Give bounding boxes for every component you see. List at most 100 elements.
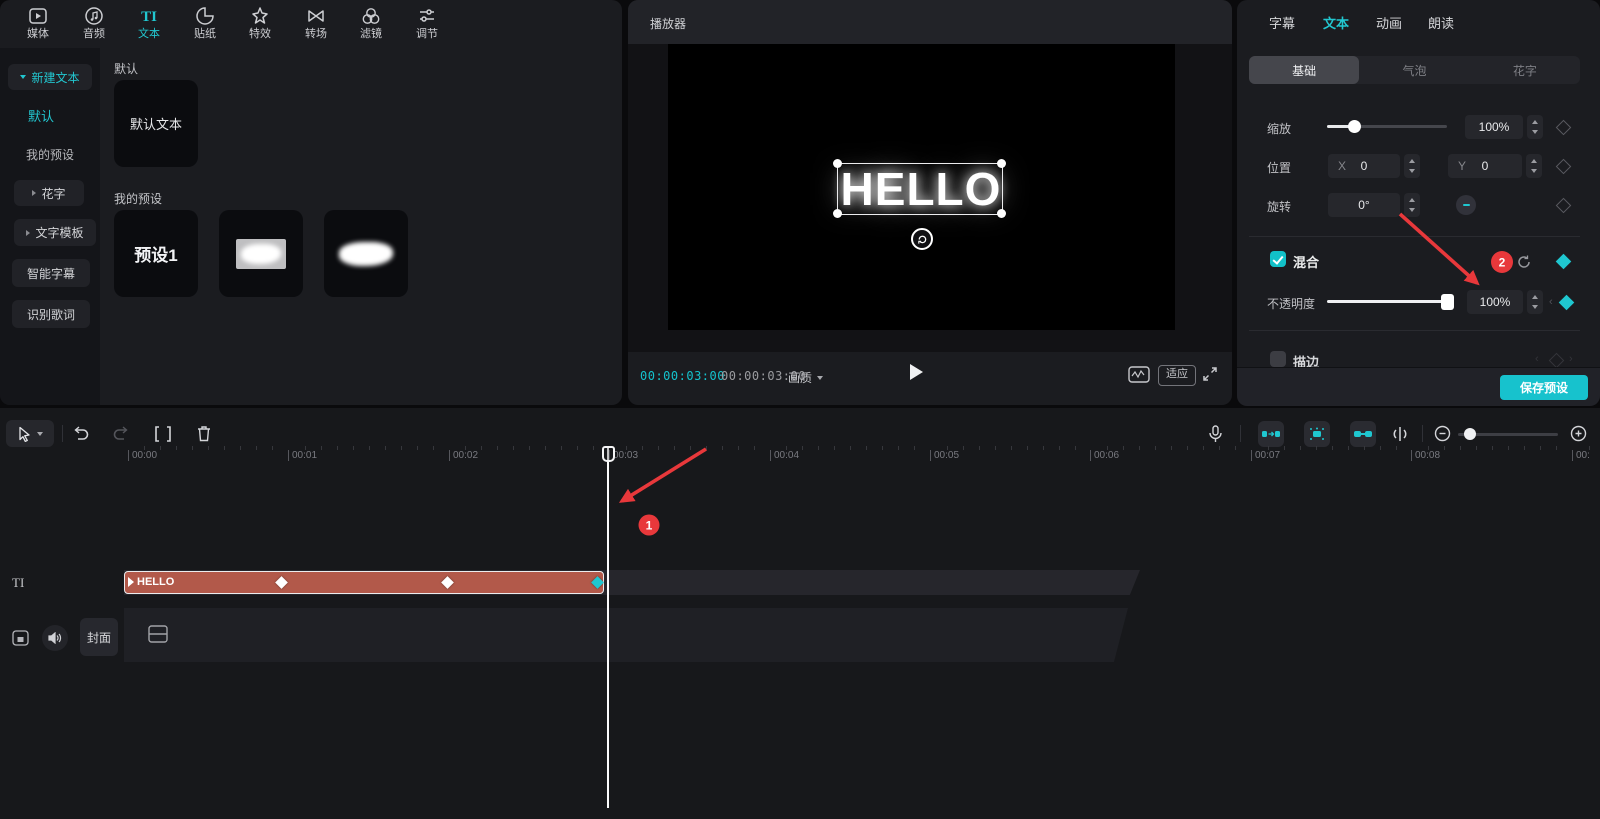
tab-text[interactable]: 文本 <box>1323 13 1349 32</box>
preset-card-3[interactable] <box>324 210 408 297</box>
opacity-slider-track[interactable] <box>1327 300 1448 303</box>
sidebar-item-default[interactable]: 默认 <box>28 106 54 125</box>
chevron-down-icon <box>37 432 43 436</box>
position-keyframe-icon[interactable] <box>1556 159 1572 175</box>
preset-card-1[interactable]: 预设1 <box>114 210 198 297</box>
play-button[interactable] <box>910 364 923 380</box>
sidebar-item-lyrics-recognition[interactable]: 识别歌词 <box>12 300 90 328</box>
reset-icon[interactable] <box>1516 254 1532 270</box>
auto-snap-icon <box>1308 427 1326 441</box>
clip-in-marker <box>128 577 134 587</box>
ruler-label: 00:01 <box>288 450 317 461</box>
quality-dropdown[interactable]: 画质 <box>788 369 823 386</box>
fullscreen-icon[interactable] <box>1202 366 1218 382</box>
subtab-basic[interactable]: 基础 <box>1249 56 1359 84</box>
toolbar-item-label: 文本 <box>138 29 160 40</box>
toolbar-item-filter[interactable]: 滤镜 <box>349 6 393 46</box>
default-text-card[interactable]: 默认文本 <box>114 80 198 167</box>
filter-icon <box>361 6 381 26</box>
blend-checkbox[interactable] <box>1270 251 1286 267</box>
toolbar-item-text[interactable]: TI 文本 <box>127 6 171 46</box>
selection-handle-ne[interactable] <box>997 159 1006 168</box>
sidebar-item-label: 文字模板 <box>35 224 83 241</box>
playhead-line[interactable] <box>607 446 609 808</box>
rotate-handle[interactable] <box>911 228 933 250</box>
chevron-right-icon <box>26 230 30 236</box>
rotation-keyframe-icon[interactable] <box>1556 198 1572 214</box>
select-tool-button[interactable] <box>6 420 54 447</box>
main-track-magnet-toggle[interactable] <box>1258 421 1284 447</box>
toolbar-item-audio[interactable]: 音频 <box>72 6 116 46</box>
delete-button[interactable] <box>193 420 215 447</box>
subtab-fancy[interactable]: 花字 <box>1470 56 1580 84</box>
rotation-value-input[interactable]: 0° <box>1328 193 1400 217</box>
scale-slider-handle[interactable] <box>1348 120 1361 133</box>
text-selection-box[interactable] <box>837 163 1003 215</box>
keyframe-diamond-active[interactable] <box>591 576 604 589</box>
stroke-checkbox[interactable] <box>1270 351 1286 367</box>
position-y-stepper[interactable] <box>1526 154 1542 178</box>
ruler-label: 00:08 <box>1411 450 1440 461</box>
ruler-label: 00: <box>1572 450 1590 461</box>
inspector-panel: 字幕 文本 动画 朗读 基础 气泡 花字 缩放 100% 位置 X 0 Y 0 … <box>1237 0 1600 405</box>
opacity-keyframe-icon[interactable] <box>1559 295 1575 311</box>
rotation-stepper[interactable] <box>1404 193 1420 217</box>
toolbar-item-label: 调节 <box>416 29 438 40</box>
toolbar-item-adjust[interactable]: 调节 <box>405 6 449 46</box>
tab-caption[interactable]: 字幕 <box>1269 13 1295 32</box>
opacity-value-input[interactable]: 100% <box>1467 290 1523 314</box>
scale-keyframe-icon[interactable] <box>1556 120 1572 136</box>
position-y-value: 0 <box>1482 159 1489 173</box>
tab-animation[interactable]: 动画 <box>1376 13 1402 32</box>
position-x-input[interactable]: X 0 <box>1328 154 1400 178</box>
timeline-zoom-handle[interactable] <box>1464 428 1476 440</box>
scale-value-input[interactable]: 100% <box>1465 115 1523 139</box>
position-x-stepper[interactable] <box>1404 154 1420 178</box>
sidebar-item-smart-captions[interactable]: 智能字幕 <box>12 259 90 287</box>
subtab-bubble[interactable]: 气泡 <box>1359 56 1469 84</box>
scale-stepper[interactable] <box>1527 115 1543 139</box>
toolbar-item-effects[interactable]: 特效 <box>238 6 282 46</box>
keyframe-diamond-2[interactable] <box>441 576 454 589</box>
preset-card-2[interactable] <box>219 210 303 297</box>
cover-button[interactable]: 封面 <box>80 618 118 656</box>
zoom-out-button[interactable] <box>1432 420 1452 447</box>
ruler-label: 00:00 <box>128 450 157 461</box>
auto-snap-toggle[interactable] <box>1304 421 1330 447</box>
record-voiceover-button[interactable] <box>1204 420 1226 447</box>
toolbar-item-media[interactable]: 媒体 <box>16 6 60 46</box>
keyframe-diamond-1[interactable] <box>275 576 288 589</box>
save-preset-button[interactable]: 保存预设 <box>1500 375 1588 400</box>
position-y-input[interactable]: Y 0 <box>1448 154 1522 178</box>
selection-handle-se[interactable] <box>997 209 1006 218</box>
clip-label: HELLO <box>137 576 174 588</box>
preview-quality-icon[interactable] <box>1128 366 1150 383</box>
toolbar-item-transition[interactable]: 转场 <box>294 6 338 46</box>
text-clip-hello[interactable]: HELLO <box>124 571 604 594</box>
zoom-in-button[interactable] <box>1568 420 1588 447</box>
redo-button[interactable] <box>110 420 132 447</box>
sidebar-item-my-presets[interactable]: 我的预设 <box>26 146 74 163</box>
fit-button[interactable]: 适应 <box>1158 365 1196 386</box>
blend-keyframe-icon[interactable] <box>1556 254 1572 270</box>
preview-axis-toggle[interactable] <box>1388 420 1412 447</box>
sidebar-item-text-template[interactable]: 文字模板 <box>14 219 96 246</box>
split-button[interactable] <box>152 420 174 447</box>
selection-handle-sw[interactable] <box>833 209 842 218</box>
sidebar-item-fancy-text[interactable]: 花字 <box>14 180 84 206</box>
linkage-toggle[interactable] <box>1350 421 1376 447</box>
opacity-slider-handle[interactable] <box>1441 294 1454 310</box>
tab-read-aloud[interactable]: 朗读 <box>1428 13 1454 32</box>
timeline-section: 00:00 00:01 00:02 00:03 00:04 00:05 00:0… <box>0 408 1600 819</box>
selection-handle-nw[interactable] <box>833 159 842 168</box>
toolbar-item-sticker[interactable]: 贴纸 <box>183 6 227 46</box>
opacity-stepper[interactable] <box>1527 290 1543 314</box>
prev-keyframe-icon[interactable]: ‹ <box>1549 296 1553 308</box>
main-track-toggle-icon[interactable] <box>12 630 29 646</box>
toolbar-item-label: 贴纸 <box>194 29 216 40</box>
rotation-dial[interactable] <box>1456 195 1476 215</box>
undo-button[interactable] <box>70 420 92 447</box>
playhead-handle[interactable] <box>602 446 615 462</box>
sidebar-item-new-text[interactable]: 新建文本 <box>8 64 92 90</box>
mute-original-sound-button[interactable] <box>42 625 68 651</box>
